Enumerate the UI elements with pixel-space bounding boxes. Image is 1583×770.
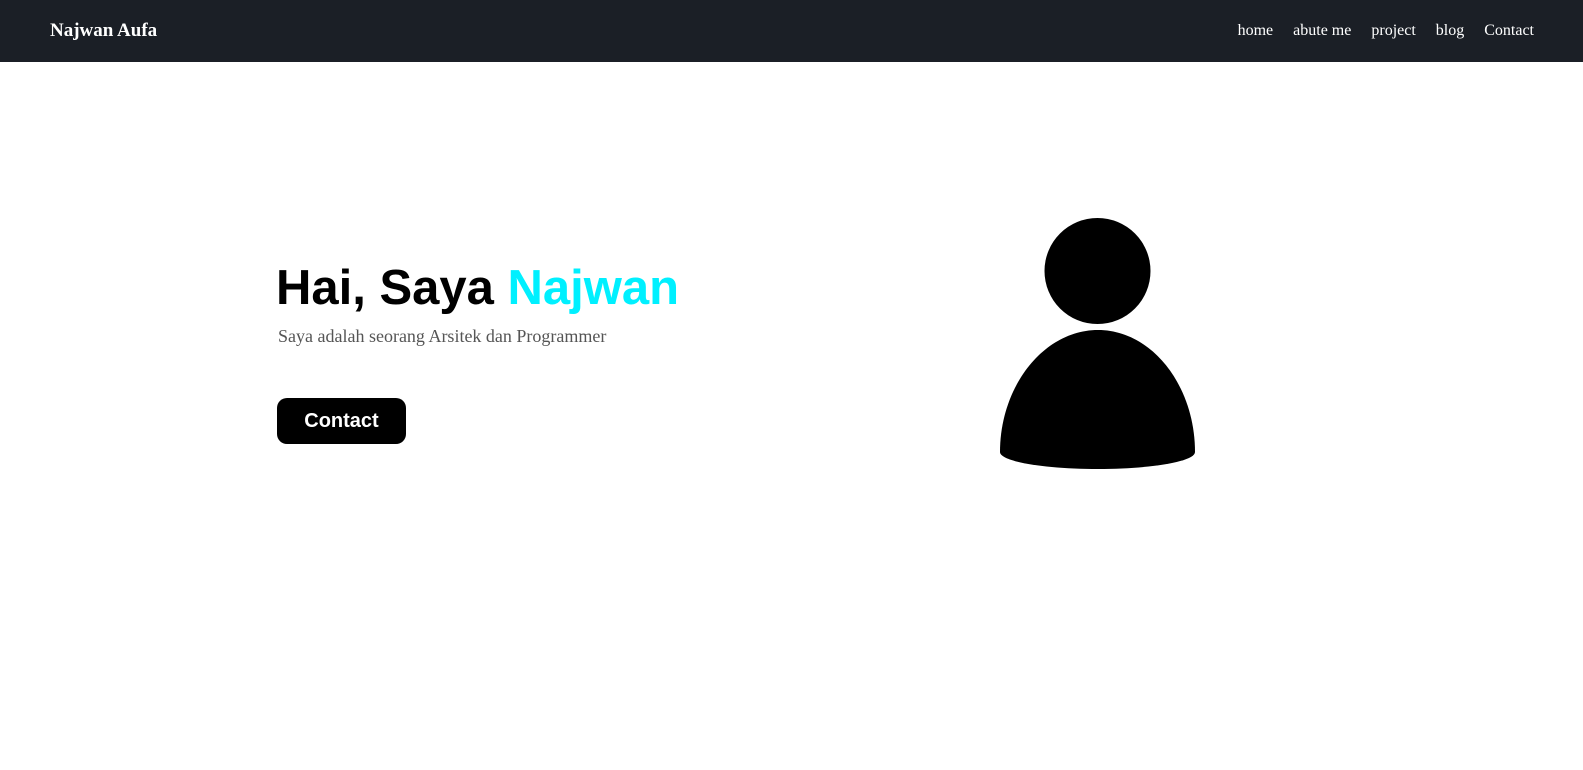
nav-link-blog[interactable]: blog — [1436, 22, 1464, 39]
nav-item-about: abute me — [1293, 20, 1351, 42]
hero-name: Najwan — [507, 261, 680, 315]
hero-subtitle: Saya adalah seorang Arsitek dan Programm… — [278, 326, 607, 346]
nav-item-home: home — [1238, 20, 1274, 42]
navbar: Najwan Aufa home abute me project blog C… — [0, 0, 1583, 62]
avatar-body — [1000, 330, 1195, 469]
avatar-svg — [1000, 218, 1195, 469]
nav-item-contact: Contact — [1484, 20, 1534, 42]
nav-menu: home abute me project blog Contact — [1238, 20, 1534, 42]
nav-item-blog: blog — [1436, 20, 1464, 42]
hero-greeting: Hai, Saya — [276, 261, 508, 315]
nav-link-contact[interactable]: Contact — [1484, 22, 1534, 39]
nav-link-about[interactable]: abute me — [1293, 22, 1351, 39]
nav-link-home[interactable]: home — [1238, 22, 1274, 39]
nav-item-project: project — [1371, 20, 1415, 42]
hero-title: Hai, Saya Najwan — [276, 258, 679, 318]
hero-section: Hai, Saya Najwan Saya adalah seorang Ars… — [276, 258, 679, 348]
brand-logo[interactable]: Najwan Aufa — [50, 19, 157, 43]
nav-link-project[interactable]: project — [1371, 22, 1415, 39]
user-silhouette-icon — [998, 216, 1198, 472]
avatar-head — [1044, 218, 1151, 324]
contact-button[interactable]: Contact — [277, 398, 406, 444]
